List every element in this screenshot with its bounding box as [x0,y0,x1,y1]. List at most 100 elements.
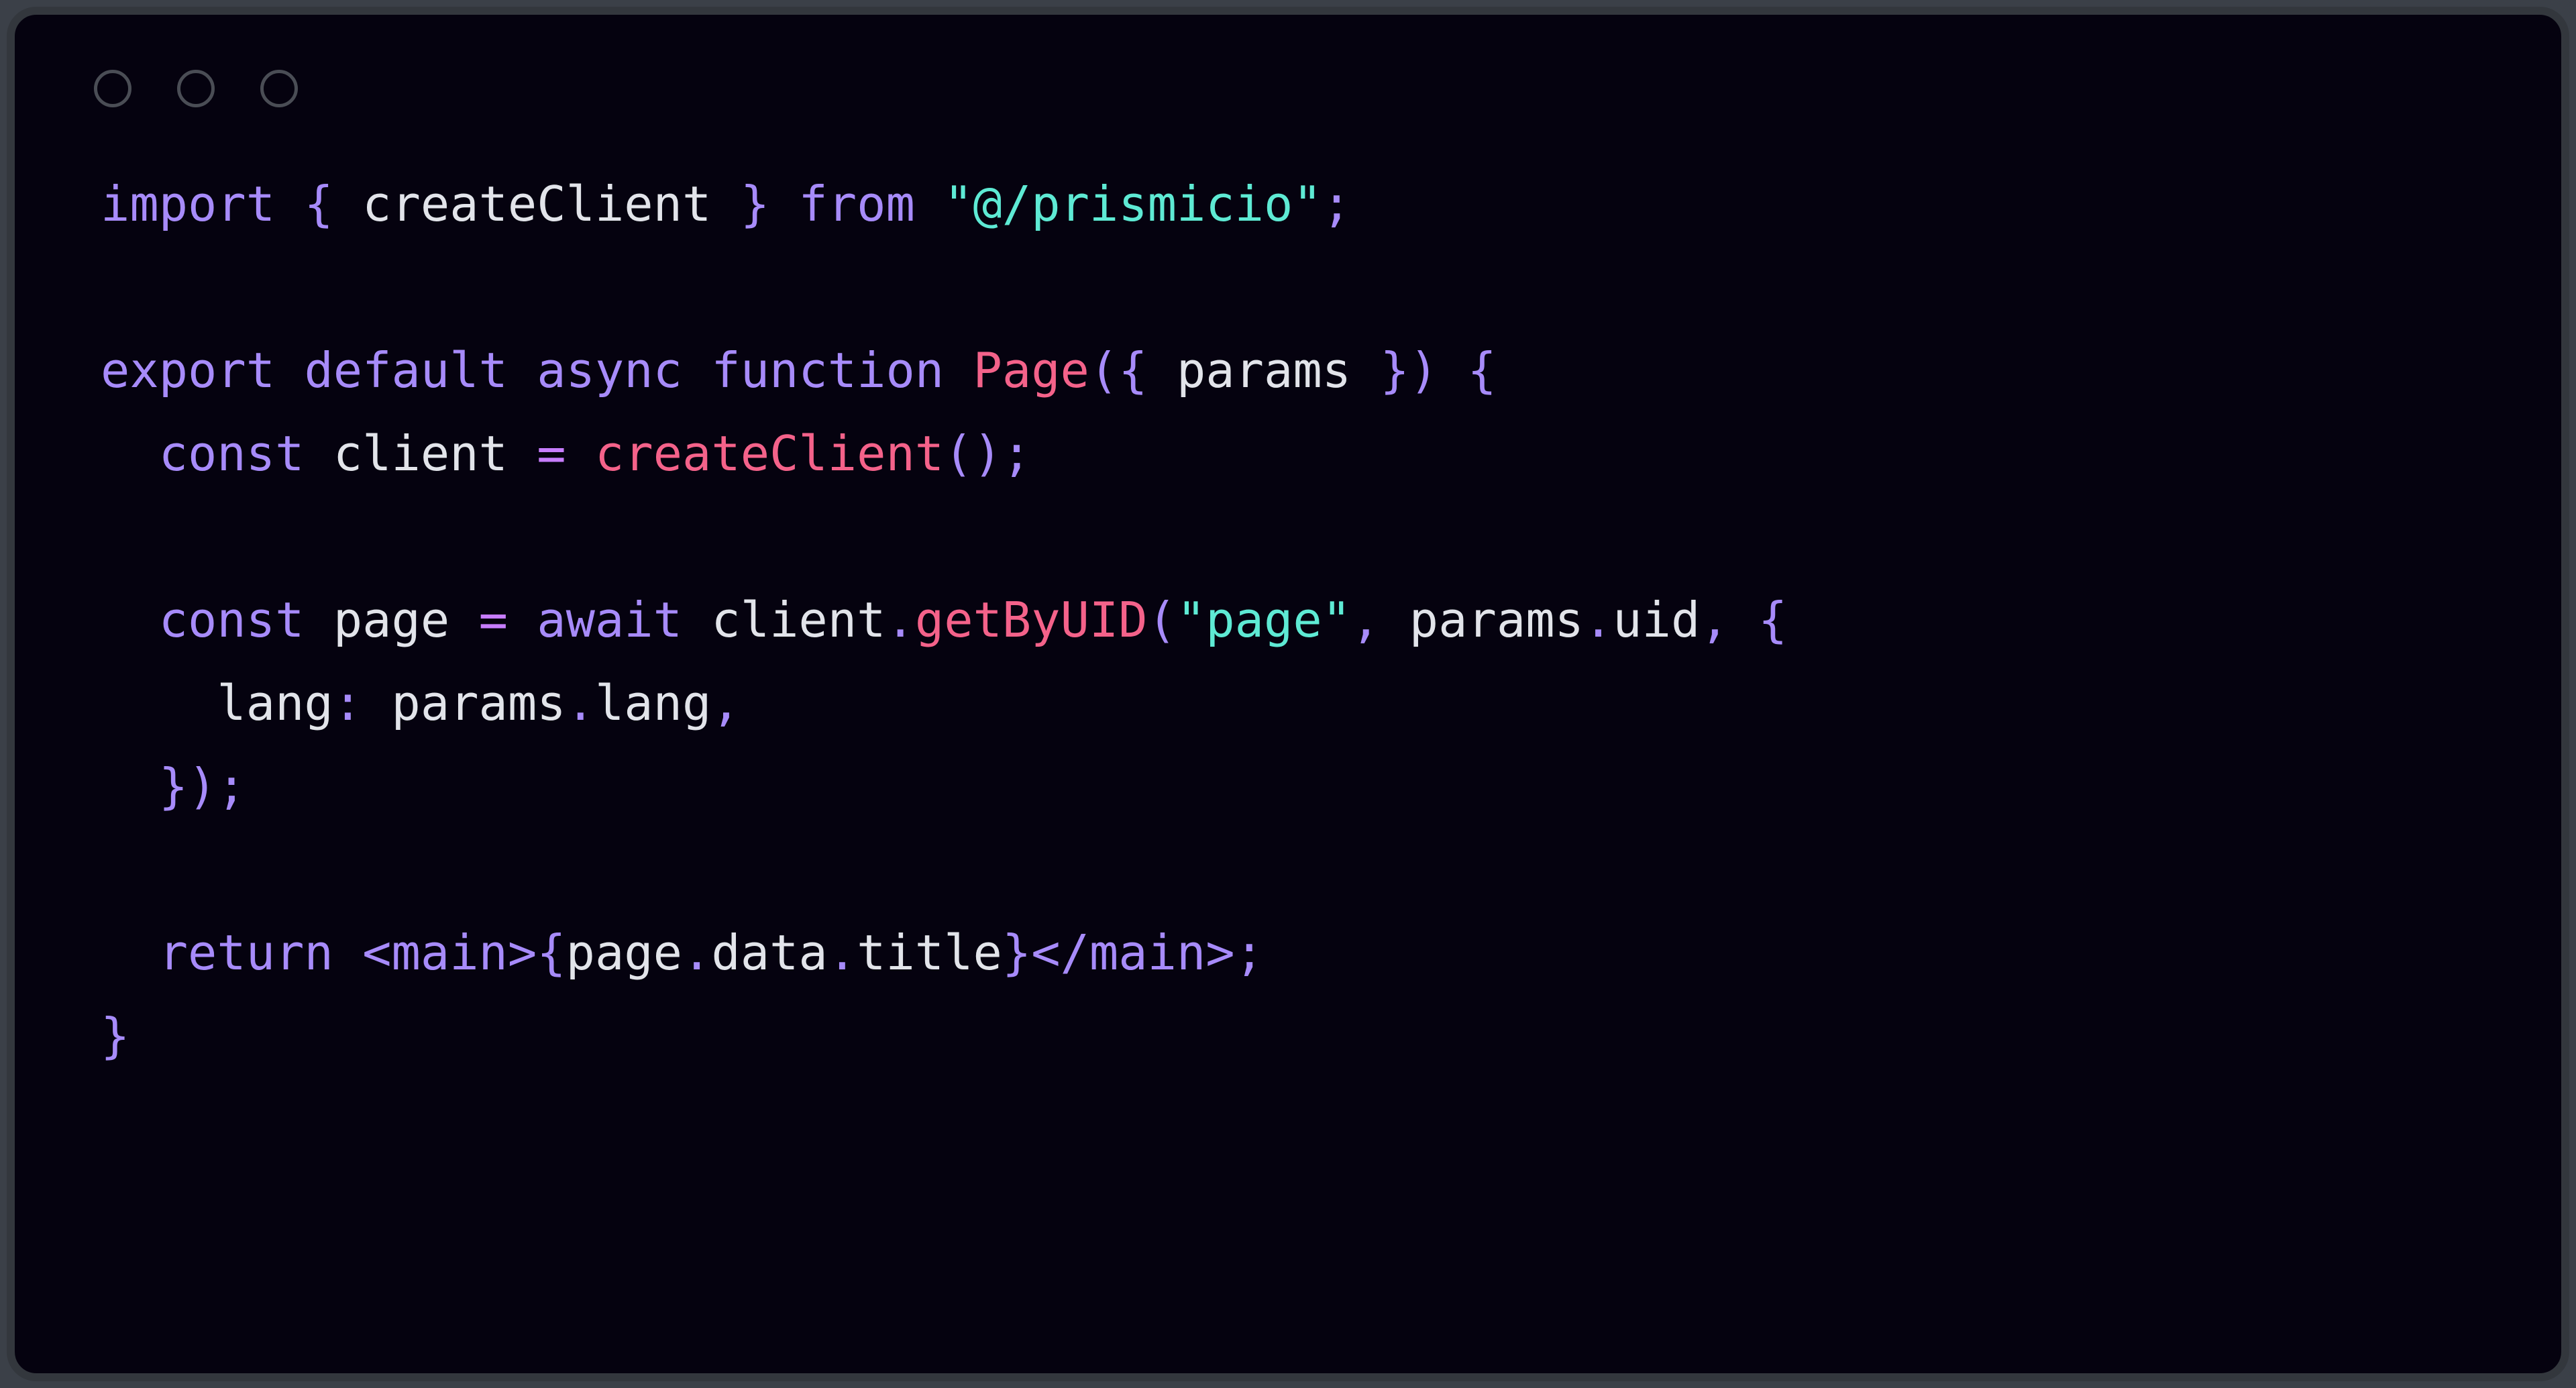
code-token: "page" [1176,592,1352,648]
code-token: data [711,924,828,981]
code-token: . [682,924,712,981]
code-token: ( [1147,592,1177,648]
code-token: : [333,675,363,731]
code-token: . [566,675,595,731]
code-token: client [333,425,508,482]
code-token: "@/prismicio" [944,176,1322,232]
code-token: async [537,342,682,398]
code-token: <main> [362,924,537,981]
code-token: params [1176,342,1352,398]
code-token: } [1002,924,1032,981]
code-token: title [857,924,1002,981]
code-token: . [885,592,915,648]
code-token: { [1467,342,1497,398]
code-token: . [1583,592,1613,648]
code-token: await [537,592,683,648]
code-token: client [711,592,886,648]
code-line: const client = createClient(); [101,412,2561,495]
code-line: export default async function Page({ par… [101,329,2561,412]
code-token: return [158,924,333,981]
code-line: import { createClient } from "@/prismici… [101,162,2561,246]
code-token: = [537,425,566,482]
code-token: { [1758,592,1788,648]
code-block[interactable]: import { createClient } from "@/prismici… [15,162,2561,1373]
code-token: page [333,592,450,648]
code-token: params [1409,592,1584,648]
code-token: ; [1002,425,1032,482]
code-token: ; [1322,176,1352,232]
code-token: createClient [594,425,945,482]
code-token: import [101,176,276,232]
code-token: export [101,342,276,398]
minimize-dot[interactable] [177,70,215,107]
code-token: }); [158,758,246,814]
code-token: page [566,924,682,981]
code-token: , [711,675,741,731]
code-token: </main> [1031,924,1235,981]
code-token: = [478,592,508,648]
code-token: , [1700,592,1729,648]
code-token: { [304,176,333,232]
code-line: return <main>{page.data.title}</main>; [101,911,2561,994]
code-token: , [1351,592,1381,648]
close-dot[interactable] [94,70,131,107]
code-token: const [158,425,305,482]
code-token: from [798,176,915,232]
code-token: () [944,425,1002,482]
code-token: Page [973,342,1089,398]
code-token: ; [1234,924,1265,981]
code-token: . [827,924,857,981]
code-token: } [740,176,770,232]
code-token: lang [217,675,333,731]
code-token: params [391,675,566,731]
code-window: import { createClient } from "@/prismici… [7,7,2569,1381]
code-token: ({ [1089,342,1148,398]
window-titlebar [15,15,2561,162]
code-token: }) [1380,342,1439,398]
code-token: const [158,592,305,648]
code-line: lang: params.lang, [101,661,2561,745]
code-token: function [711,342,945,398]
code-token: default [304,342,508,398]
code-token: getByUID [914,592,1148,648]
code-token: } [101,1008,130,1064]
code-line: const page = await client.getByUID("page… [101,578,2561,661]
code-token: uid [1613,592,1701,648]
code-line: } [101,994,2561,1077]
code-token: lang [594,675,712,731]
maximize-dot[interactable] [260,70,298,107]
code-token: { [537,924,566,981]
code-line: }); [101,745,2561,828]
